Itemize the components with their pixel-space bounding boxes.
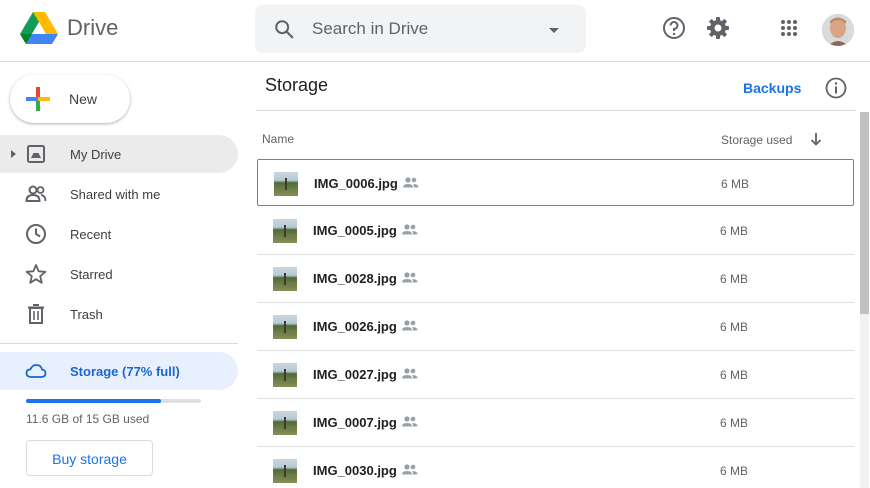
sidebar-item-label: Storage (77% full) xyxy=(70,364,180,379)
sidebar-item-trash[interactable]: Trash xyxy=(0,295,238,333)
sidebar-item-starred[interactable]: Starred xyxy=(0,255,238,293)
new-button-label: New xyxy=(69,91,98,107)
file-name: IMG_0027.jpg xyxy=(313,367,397,382)
file-size: 6 MB xyxy=(721,177,750,191)
backups-link[interactable]: Backups xyxy=(743,80,801,96)
account-avatar[interactable] xyxy=(822,14,854,46)
column-header-name[interactable]: Name xyxy=(262,132,294,146)
sidebar-item-label: Trash xyxy=(70,307,103,322)
shared-with-me-icon xyxy=(25,185,47,202)
star-icon xyxy=(25,264,47,284)
my-drive-icon xyxy=(27,145,45,163)
sidebar-item-label: My Drive xyxy=(70,147,122,162)
file-size: 6 MB xyxy=(720,464,749,478)
scrollbar[interactable] xyxy=(860,112,869,488)
file-row[interactable]: IMG_0005.jpg 6 MB xyxy=(257,207,854,255)
file-name: IMG_0026.jpg xyxy=(313,319,397,334)
drive-logo-icon[interactable] xyxy=(20,12,58,46)
search-icon[interactable] xyxy=(273,18,295,40)
file-size: 6 MB xyxy=(720,224,749,238)
shared-people-icon xyxy=(402,224,418,235)
sidebar-item-recent[interactable]: Recent xyxy=(0,215,238,253)
file-size: 6 MB xyxy=(720,320,749,334)
sidebar-item-label: Recent xyxy=(70,227,112,242)
sort-arrow-down-icon[interactable] xyxy=(809,131,823,147)
plus-icon xyxy=(26,87,50,111)
file-row[interactable]: IMG_0030.jpg 6 MB xyxy=(257,447,854,488)
image-thumbnail xyxy=(273,363,297,387)
apps-grid-icon[interactable] xyxy=(776,15,802,41)
shared-people-icon xyxy=(402,416,418,427)
image-thumbnail xyxy=(273,219,297,243)
title-divider xyxy=(256,110,856,111)
top-bar: Drive Search in Drive xyxy=(0,0,870,62)
trash-icon xyxy=(28,304,44,324)
image-thumbnail xyxy=(273,267,297,291)
sidebar-divider xyxy=(0,343,238,344)
shared-people-icon xyxy=(403,177,419,188)
shared-people-icon xyxy=(402,320,418,331)
search-options-dropdown-icon[interactable] xyxy=(547,23,561,37)
file-name: IMG_0006.jpg xyxy=(314,176,398,191)
shared-people-icon xyxy=(402,272,418,283)
image-thumbnail xyxy=(273,315,297,339)
shared-people-icon xyxy=(402,464,418,475)
sidebar-item-label: Starred xyxy=(70,267,113,282)
image-thumbnail xyxy=(274,172,298,196)
file-name: IMG_0005.jpg xyxy=(313,223,397,238)
storage-quota-bar xyxy=(26,399,201,403)
file-row[interactable]: IMG_0006.jpg 6 MB xyxy=(257,159,854,206)
scrollbar-thumb[interactable] xyxy=(860,112,869,314)
search-input[interactable]: Search in Drive xyxy=(312,19,428,39)
image-thumbnail xyxy=(273,411,297,435)
file-row[interactable]: IMG_0007.jpg 6 MB xyxy=(257,399,854,447)
file-size: 6 MB xyxy=(720,272,749,286)
sidebar-item-storage[interactable]: Storage (77% full) xyxy=(0,352,238,390)
file-name: IMG_0007.jpg xyxy=(313,415,397,430)
file-name: IMG_0028.jpg xyxy=(313,271,397,286)
image-thumbnail xyxy=(273,459,297,483)
cloud-icon xyxy=(25,364,47,378)
info-icon[interactable] xyxy=(824,76,848,100)
sidebar-item-my-drive[interactable]: My Drive xyxy=(0,135,238,173)
help-icon[interactable] xyxy=(661,15,687,41)
storage-quota-text: 11.6 GB of 15 GB used xyxy=(26,412,150,426)
buy-storage-button[interactable]: Buy storage xyxy=(26,440,153,476)
storage-quota-fill xyxy=(26,399,161,403)
expand-caret-icon[interactable] xyxy=(11,150,16,158)
search-bar[interactable]: Search in Drive xyxy=(255,5,586,53)
buy-storage-label: Buy storage xyxy=(52,451,127,467)
file-size: 6 MB xyxy=(720,416,749,430)
file-row[interactable]: IMG_0027.jpg 6 MB xyxy=(257,351,854,399)
file-name: IMG_0030.jpg xyxy=(313,463,397,478)
settings-gear-icon[interactable] xyxy=(705,15,731,41)
file-row[interactable]: IMG_0026.jpg 6 MB xyxy=(257,303,854,351)
brand-name[interactable]: Drive xyxy=(67,15,118,41)
file-size: 6 MB xyxy=(720,368,749,382)
column-header-storage-used[interactable]: Storage used xyxy=(721,133,792,147)
clock-icon xyxy=(26,224,46,244)
new-button[interactable]: New xyxy=(10,75,130,123)
sidebar-item-shared-with-me[interactable]: Shared with me xyxy=(0,175,238,213)
page-title: Storage xyxy=(265,75,329,95)
shared-people-icon xyxy=(402,368,418,379)
sidebar-item-label: Shared with me xyxy=(70,187,161,202)
file-row[interactable]: IMG_0028.jpg 6 MB xyxy=(257,255,854,303)
